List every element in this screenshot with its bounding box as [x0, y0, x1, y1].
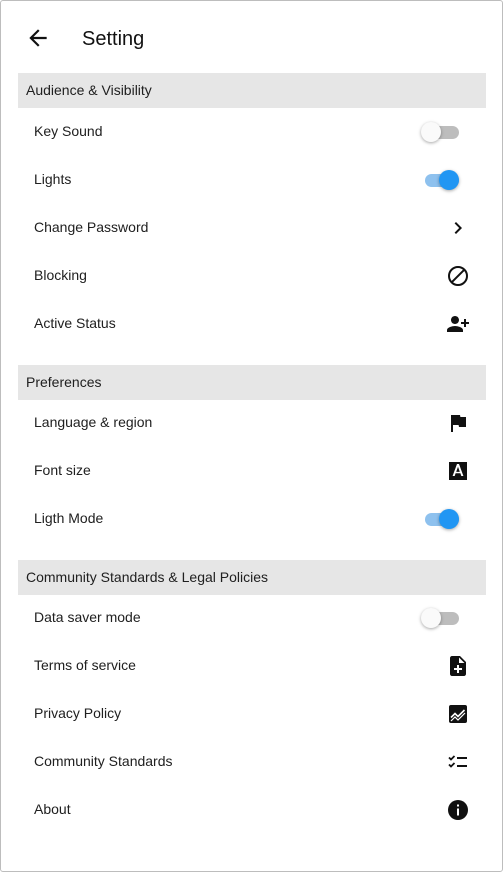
section-header-preferences: Preferences	[18, 365, 486, 400]
setting-row-change-password[interactable]: Change Password	[18, 204, 486, 252]
settings-screen: Setting Audience & Visibility Key Sound …	[0, 0, 503, 872]
data-saver-toggle[interactable]	[421, 606, 459, 630]
page-title: Setting	[82, 28, 145, 50]
setting-row-font-size[interactable]: Font size	[18, 447, 486, 495]
setting-row-active-status[interactable]: Active Status	[18, 300, 486, 348]
note-add-icon[interactable]	[446, 654, 470, 678]
section-header-community-standards: Community Standards & Legal Policies	[18, 560, 486, 595]
setting-row-blocking[interactable]: Blocking	[18, 252, 486, 300]
setting-row-about[interactable]: About	[18, 786, 486, 834]
app-header: Setting	[1, 1, 503, 73]
chart-icon[interactable]	[446, 702, 470, 726]
setting-row-privacy-policy[interactable]: Privacy Policy	[18, 690, 486, 738]
setting-row-community-standards[interactable]: Community Standards	[18, 738, 486, 786]
setting-row-ligth-mode[interactable]: Ligth Mode	[18, 495, 486, 543]
setting-label: Active Status	[34, 315, 116, 331]
key-sound-toggle[interactable]	[421, 120, 459, 144]
lights-toggle[interactable]	[421, 168, 459, 192]
ligth-mode-toggle[interactable]	[421, 507, 459, 531]
setting-row-key-sound[interactable]: Key Sound	[18, 108, 486, 156]
font-size-icon[interactable]	[446, 459, 470, 483]
block-icon[interactable]	[446, 264, 470, 288]
setting-label: Privacy Policy	[34, 705, 122, 721]
checklist-icon[interactable]	[446, 750, 470, 774]
setting-label: About	[34, 801, 71, 817]
section-label: Community Standards & Legal Policies	[26, 569, 269, 585]
setting-row-language-region[interactable]: Language & region	[18, 399, 486, 447]
setting-label: Lights	[34, 171, 72, 187]
setting-label: Language & region	[34, 414, 153, 430]
setting-label: Data saver mode	[34, 609, 141, 625]
setting-label: Key Sound	[34, 123, 103, 139]
arrow-back-icon[interactable]	[25, 25, 51, 51]
setting-row-terms-of-service[interactable]: Terms of service	[18, 642, 486, 690]
setting-label: Community Standards	[34, 753, 173, 769]
setting-row-lights[interactable]: Lights	[18, 156, 486, 204]
chevron-right-icon[interactable]	[446, 216, 470, 240]
flag-icon[interactable]	[446, 411, 470, 435]
setting-row-data-saver[interactable]: Data saver mode	[18, 594, 486, 642]
setting-label: Ligth Mode	[34, 510, 104, 526]
setting-label: Blocking	[34, 267, 87, 283]
setting-label: Terms of service	[34, 657, 136, 673]
person-add-icon[interactable]	[446, 312, 470, 336]
section-label: Audience & Visibility	[26, 82, 152, 98]
section-header-audience-visibility: Audience & Visibility	[18, 73, 486, 108]
info-icon[interactable]	[446, 798, 470, 822]
section-label: Preferences	[26, 374, 102, 390]
setting-label: Font size	[34, 462, 91, 478]
setting-label: Change Password	[34, 219, 149, 235]
